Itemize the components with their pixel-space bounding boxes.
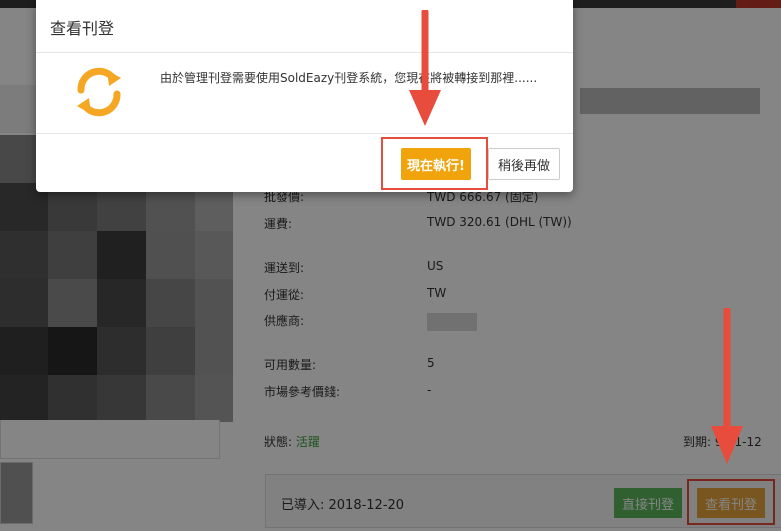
dialog-header: 查看刊登 bbox=[36, 0, 573, 53]
dialog-message: 由於管理刊登需要使用SoldEazy刊登系統，您現在將被轉接到那裡...... bbox=[160, 71, 538, 85]
dialog-body: 由於管理刊登需要使用SoldEazy刊登系統，您現在將被轉接到那裡...... bbox=[36, 53, 573, 134]
view-listing-dialog: 查看刊登 由於管理刊登需要使用SoldEazy刊登系統，您現在將被轉接到那裡..… bbox=[36, 0, 573, 192]
annotation-arrow-bottom bbox=[711, 308, 743, 464]
annotation-box-proceed bbox=[381, 137, 488, 190]
refresh-icon bbox=[77, 67, 121, 117]
dialog-title: 查看刊登 bbox=[50, 19, 115, 38]
annotation-arrow-top bbox=[409, 10, 441, 126]
dialog-footer: 現在執行! 稍後再做 bbox=[36, 134, 573, 192]
do-later-button[interactable]: 稍後再做 bbox=[488, 148, 560, 180]
